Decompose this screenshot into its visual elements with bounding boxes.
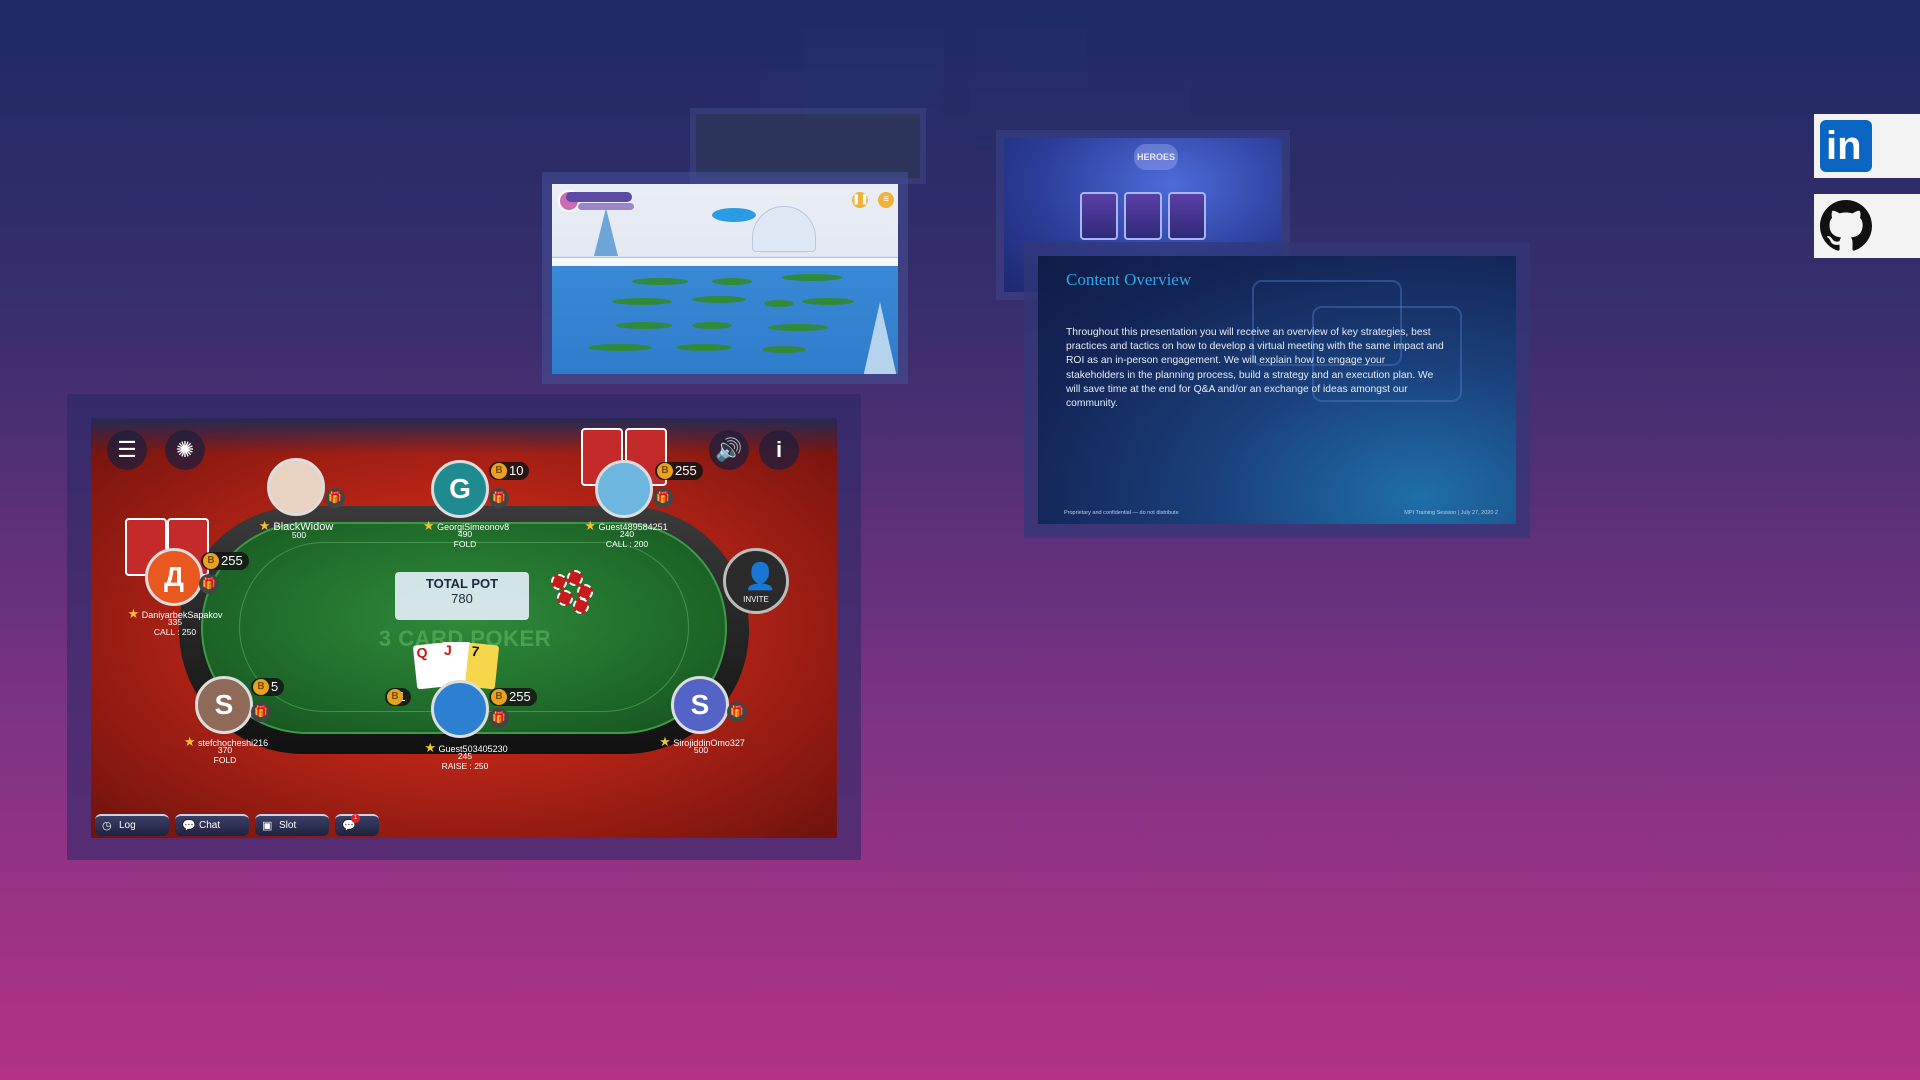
snow-game-window[interactable]: ❚❚ ≡ [542,172,908,384]
lily-pad [692,322,732,329]
invite-button[interactable]: 👤 INVITE [723,548,789,614]
gift-icon[interactable]: 🎁 [325,488,345,508]
lily-pad [616,322,672,329]
lily-pad [768,324,828,331]
sound-icon[interactable]: 🔊 [709,430,749,470]
hero-card [1080,192,1118,240]
player-chips: 500 [291,530,307,540]
github-icon [1820,200,1872,251]
info-icon[interactable]: i [759,430,799,470]
avatar-daniyarbek[interactable]: Д [145,548,203,606]
lily-pad [612,298,672,305]
slide-title: Content Overview [1066,270,1192,289]
gift-icon[interactable]: 🎁 [489,708,509,728]
lily-pad [712,278,752,285]
gift-icon[interactable]: 🎁 [199,574,219,594]
pot-value: 780 [451,591,473,606]
player-action: CALL : 200 [605,539,649,549]
health-bar [566,192,632,202]
presentation-window[interactable]: Content Overview Throughout this present… [1024,242,1530,538]
lily-pad [762,346,806,353]
pond [712,208,756,222]
lily-pad [588,344,652,351]
player-chips: 245 [457,751,473,761]
ice-tree [594,208,618,256]
player-chips: 490 [457,529,473,539]
pot-label: TOTAL POT [425,576,499,591]
lily-pad [802,298,854,305]
slot-button[interactable]: ▣ Slot [255,814,329,836]
bet-badge: 255 [201,552,249,570]
slide-footer-left: Proprietary and confidential — do not di… [1064,510,1179,516]
gift-icon[interactable]: 🎁 [251,702,271,722]
slot-icon: ▣ [262,820,273,832]
menu-icon[interactable]: ☰ [107,430,147,470]
notification-badge: 1 [351,814,360,823]
linkedin-icon: in [1820,120,1872,172]
lily-pad [692,296,746,303]
chip [567,570,583,586]
invite-label: INVITE [743,595,769,604]
gift-icon[interactable]: 🎁 [727,702,747,722]
chip-stack [547,570,597,614]
chip [573,598,589,614]
add-user-icon: 👤 [744,561,777,591]
avatar-blackwidow[interactable] [267,458,325,516]
bet-badge: 10 [489,462,530,480]
player-chips: 500 [693,745,709,755]
pause-icon[interactable]: ❚❚ [852,192,869,208]
snow-game-screen: ❚❚ ≡ [552,184,898,374]
roulette-icon[interactable]: ✺ [165,430,205,470]
player-chips: 240 [619,529,635,539]
list-icon[interactable]: ≡ [878,192,894,208]
chat-icon: 💬 [182,820,196,832]
lily-pad [676,344,732,351]
player-action: FOLD [453,539,477,549]
gift-icon[interactable]: 🎁 [489,488,509,508]
lily-pad [782,274,842,281]
slide-footer-right: MPI Training Session | July 27, 2020 2 [1404,510,1498,516]
hero-card [1168,192,1206,240]
chip [557,590,573,606]
igloo [752,206,816,252]
gift-icon[interactable]: 🎁 [653,488,673,508]
player-action: FOLD [213,755,237,765]
bet-badge: 5 [251,678,285,696]
chat-button[interactable]: 💬 Chat [175,814,249,836]
avatar-stefcho[interactable]: S [195,676,253,734]
lily-pad [764,300,794,307]
bet-badge: 255 [655,462,703,480]
player-chips: 370 [217,745,233,755]
turn-timer: 31 [385,688,412,706]
lily-pad [632,278,688,285]
game-logo: HEROES [1134,144,1178,170]
log-button[interactable]: ◷ Log [95,814,169,836]
clock-icon: ◷ [102,820,112,832]
total-pot: TOTAL POT 780 [395,572,529,620]
player-action: RAISE : 250 [441,761,489,771]
presentation-slide: Content Overview Throughout this present… [1038,256,1516,524]
hero-card [1124,192,1162,240]
slide-body: Throughout this presentation you will re… [1066,327,1444,410]
shoreline [552,258,898,266]
avatar-sirojiddin[interactable]: S [671,676,729,734]
github-link[interactable] [1814,194,1920,258]
messages-button[interactable]: 💬 1 [335,814,379,836]
player-action: CALL : 250 [153,627,197,637]
chip [551,574,567,590]
avatar-guest503[interactable] [431,680,489,738]
poker-game-window[interactable]: ☰ ✺ 🔊 i 3 CARD POKER TOTAL POT 780 👤 INV… [67,394,861,860]
linkedin-link[interactable]: in [1814,114,1920,178]
poker-game-screen: ☰ ✺ 🔊 i 3 CARD POKER TOTAL POT 780 👤 INV… [91,418,837,838]
player-chips: 335 [167,617,183,627]
avatar-georgi[interactable]: G [431,460,489,518]
game-thumbnails-preview [696,114,920,178]
bet-badge: 255 [489,688,537,706]
iceberg [862,302,898,374]
avatar-guest489[interactable] [595,460,653,518]
